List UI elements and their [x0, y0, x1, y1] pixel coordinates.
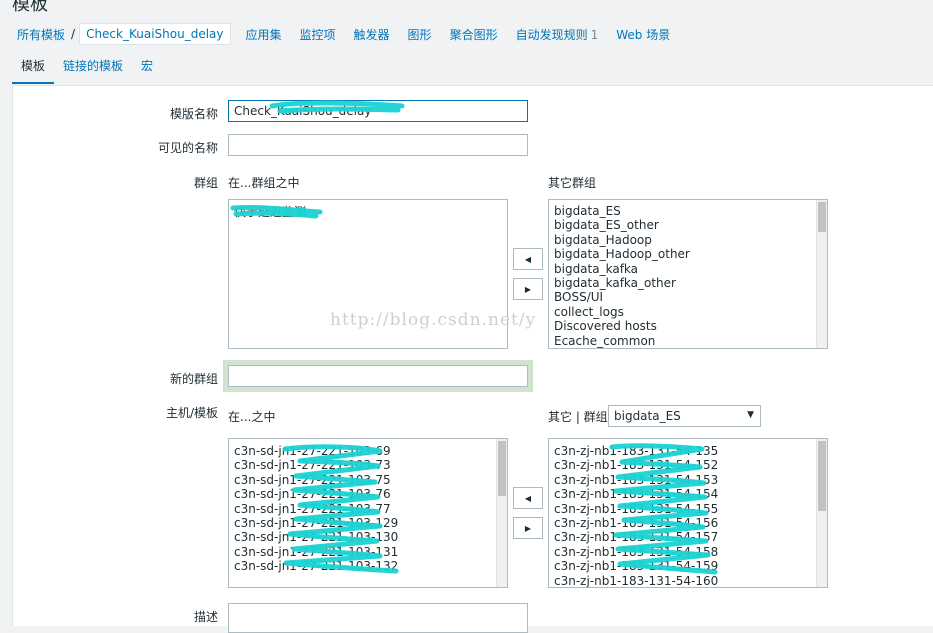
arrow-left-icon: ◀ [524, 254, 532, 264]
in-hosts-option[interactable]: c3n-sd-jn1-27-221-103-73 [234, 458, 507, 472]
in-hosts-option[interactable]: c3n-sd-jn1-27-221-103-131 [234, 545, 507, 559]
hosts-templates-label: 主机/模板 [165, 406, 218, 420]
other-hosts-option[interactable]: c3n-zj-nb1-183-131-54-159 [554, 559, 827, 573]
arrow-left-icon: ◀ [524, 493, 532, 503]
template-name-label: 模版名称 [169, 107, 218, 121]
nav-discovery-label: 自动发现规则 [515, 27, 588, 42]
groups-move-right-button[interactable]: ▶ [513, 278, 543, 300]
visible-name-label: 可见的名称 [157, 141, 218, 155]
nav-web-scenarios[interactable]: Web 场景 [607, 26, 679, 43]
host-group-select[interactable]: bigdata_ES ▼ [608, 405, 761, 427]
in-groups-list[interactable]: 快手延迟监测 [228, 199, 508, 349]
other-hosts-option[interactable]: c3n-zj-nb1-183-131-54-155 [554, 502, 827, 516]
other-hosts-label: 其它 | 群组 [548, 410, 608, 424]
other-hosts-option[interactable]: c3n-zj-nb1-183-131-54-153 [554, 473, 827, 487]
template-name-input[interactable] [228, 100, 528, 122]
groups-move-left-button[interactable]: ◀ [513, 248, 543, 270]
in-hosts-option[interactable]: c3n-sd-jn1-27-221-103-75 [234, 473, 507, 487]
hosts-move-left-button[interactable]: ◀ [513, 487, 543, 509]
other-hosts-options: c3n-zj-nb1-183-131-54-135 c3n-zj-nb1-183-… [554, 442, 827, 587]
tab-bar: 模板 链接的模板 宏 [12, 56, 162, 84]
new-group-label: 新的群组 [169, 372, 218, 386]
in-groups-options: 快手延迟监测 [234, 203, 507, 219]
dropdown-arrow-icon: ▼ [747, 410, 754, 420]
other-groups-option[interactable]: bigdata_ES [554, 204, 827, 218]
other-hosts-option[interactable]: c3n-zj-nb1-183-131-54-158 [554, 545, 827, 559]
page-title: 模板 [12, 0, 48, 15]
in-hosts-option[interactable]: c3n-sd-jn1-27-221-103-130 [234, 530, 507, 544]
nav-items[interactable]: 监控项 [291, 26, 345, 43]
breadcrumb-separator: / [71, 27, 76, 41]
top-navigation: 所有模板 / Check_KuaiShou_delay 应用集 监控项 触发器 … [0, 18, 933, 50]
other-groups-option[interactable]: bigdata_ES_other [554, 218, 827, 232]
other-hosts-option[interactable]: c3n-zj-nb1-183-131-54-157 [554, 530, 827, 544]
other-hosts-option[interactable]: c3n-zj-nb1-183-131-54-152 [554, 458, 827, 472]
other-hosts-option[interactable]: c3n-zj-nb1-183-131-54-156 [554, 516, 827, 530]
in-hosts-options: c3n-sd-jn1-27-221-103-69 c3n-sd-jn1-27-22… [234, 442, 507, 574]
in-groups-label: 在...群组之中 [228, 176, 300, 190]
breadcrumb-all-templates[interactable]: 所有模板 [0, 26, 71, 43]
in-hosts-label: 在...之中 [228, 410, 276, 424]
in-hosts-option[interactable]: c3n-sd-jn1-27-221-103-77 [234, 502, 507, 516]
scrollbar-thumb[interactable] [818, 441, 826, 511]
in-hosts-option[interactable]: c3n-sd-jn1-27-221-103-69 [234, 444, 507, 458]
scrollbar-thumb[interactable] [818, 202, 826, 232]
other-hosts-list[interactable]: c3n-zj-nb1-183-131-54-135 c3n-zj-nb1-183-… [548, 438, 828, 588]
in-hosts-list[interactable]: c3n-sd-jn1-27-221-103-69 c3n-sd-jn1-27-22… [228, 438, 508, 588]
groups-label: 群组 [193, 176, 218, 190]
tab-template[interactable]: 模板 [12, 57, 55, 84]
breadcrumb-current-template[interactable]: Check_KuaiShou_delay [79, 23, 231, 45]
description-label: 描述 [193, 610, 218, 624]
other-groups-option[interactable]: Discovered hosts [554, 319, 827, 333]
other-groups-label: 其它群组 [548, 176, 597, 190]
in-hosts-option[interactable]: c3n-sd-jn1-27-221-103-129 [234, 516, 507, 530]
other-groups-option[interactable]: collect_logs [554, 305, 827, 319]
scrollbar-thumb[interactable] [498, 441, 506, 496]
new-group-input[interactable] [228, 365, 528, 387]
nav-discovery-count: 1 [590, 27, 599, 42]
in-groups-option[interactable]: 快手延迟监测 [234, 205, 507, 219]
other-groups-scrollbar[interactable] [816, 200, 827, 348]
other-groups-option[interactable]: BOSS/UI [554, 290, 827, 304]
nav-applications[interactable]: 应用集 [237, 26, 291, 43]
description-textarea[interactable] [228, 603, 528, 633]
tab-linked-templates[interactable]: 链接的模板 [54, 57, 132, 84]
other-groups-option[interactable]: bigdata_kafka [554, 262, 827, 276]
other-groups-options: bigdata_ES bigdata_ES_other bigdata_Hadoop… [554, 203, 827, 348]
visible-name-input[interactable] [228, 134, 528, 156]
other-hosts-option[interactable]: c3n-zj-nb1-183-131-54-135 [554, 444, 827, 458]
arrow-right-icon: ▶ [524, 284, 532, 294]
other-hosts-scrollbar[interactable] [816, 439, 827, 587]
in-hosts-scrollbar[interactable] [496, 439, 507, 587]
in-hosts-option[interactable]: c3n-sd-jn1-27-221-103-132 [234, 559, 507, 573]
tab-macros[interactable]: 宏 [132, 57, 162, 84]
other-hosts-option[interactable]: c3n-zj-nb1-183-131-54-160 [554, 574, 827, 587]
other-groups-option[interactable]: bigdata_Hadoop_other [554, 247, 827, 261]
other-hosts-option[interactable]: c3n-zj-nb1-183-131-54-154 [554, 487, 827, 501]
nav-discovery-rules[interactable]: 自动发现规则 1 [507, 26, 608, 43]
other-groups-option[interactable]: Ecache_common [554, 334, 827, 348]
other-groups-option[interactable]: bigdata_kafka_other [554, 276, 827, 290]
hosts-move-right-button[interactable]: ▶ [513, 517, 543, 539]
other-groups-list[interactable]: bigdata_ES bigdata_ES_other bigdata_Hadoop… [548, 199, 828, 349]
nav-graphs[interactable]: 图形 [399, 26, 441, 43]
in-hosts-option[interactable]: c3n-sd-jn1-27-221-103-76 [234, 487, 507, 501]
nav-screens[interactable]: 聚合图形 [441, 26, 507, 43]
other-groups-option[interactable]: bigdata_Hadoop [554, 233, 827, 247]
host-group-selected-value: bigdata_ES [614, 409, 681, 423]
arrow-right-icon: ▶ [524, 523, 532, 533]
nav-triggers[interactable]: 触发器 [345, 26, 399, 43]
